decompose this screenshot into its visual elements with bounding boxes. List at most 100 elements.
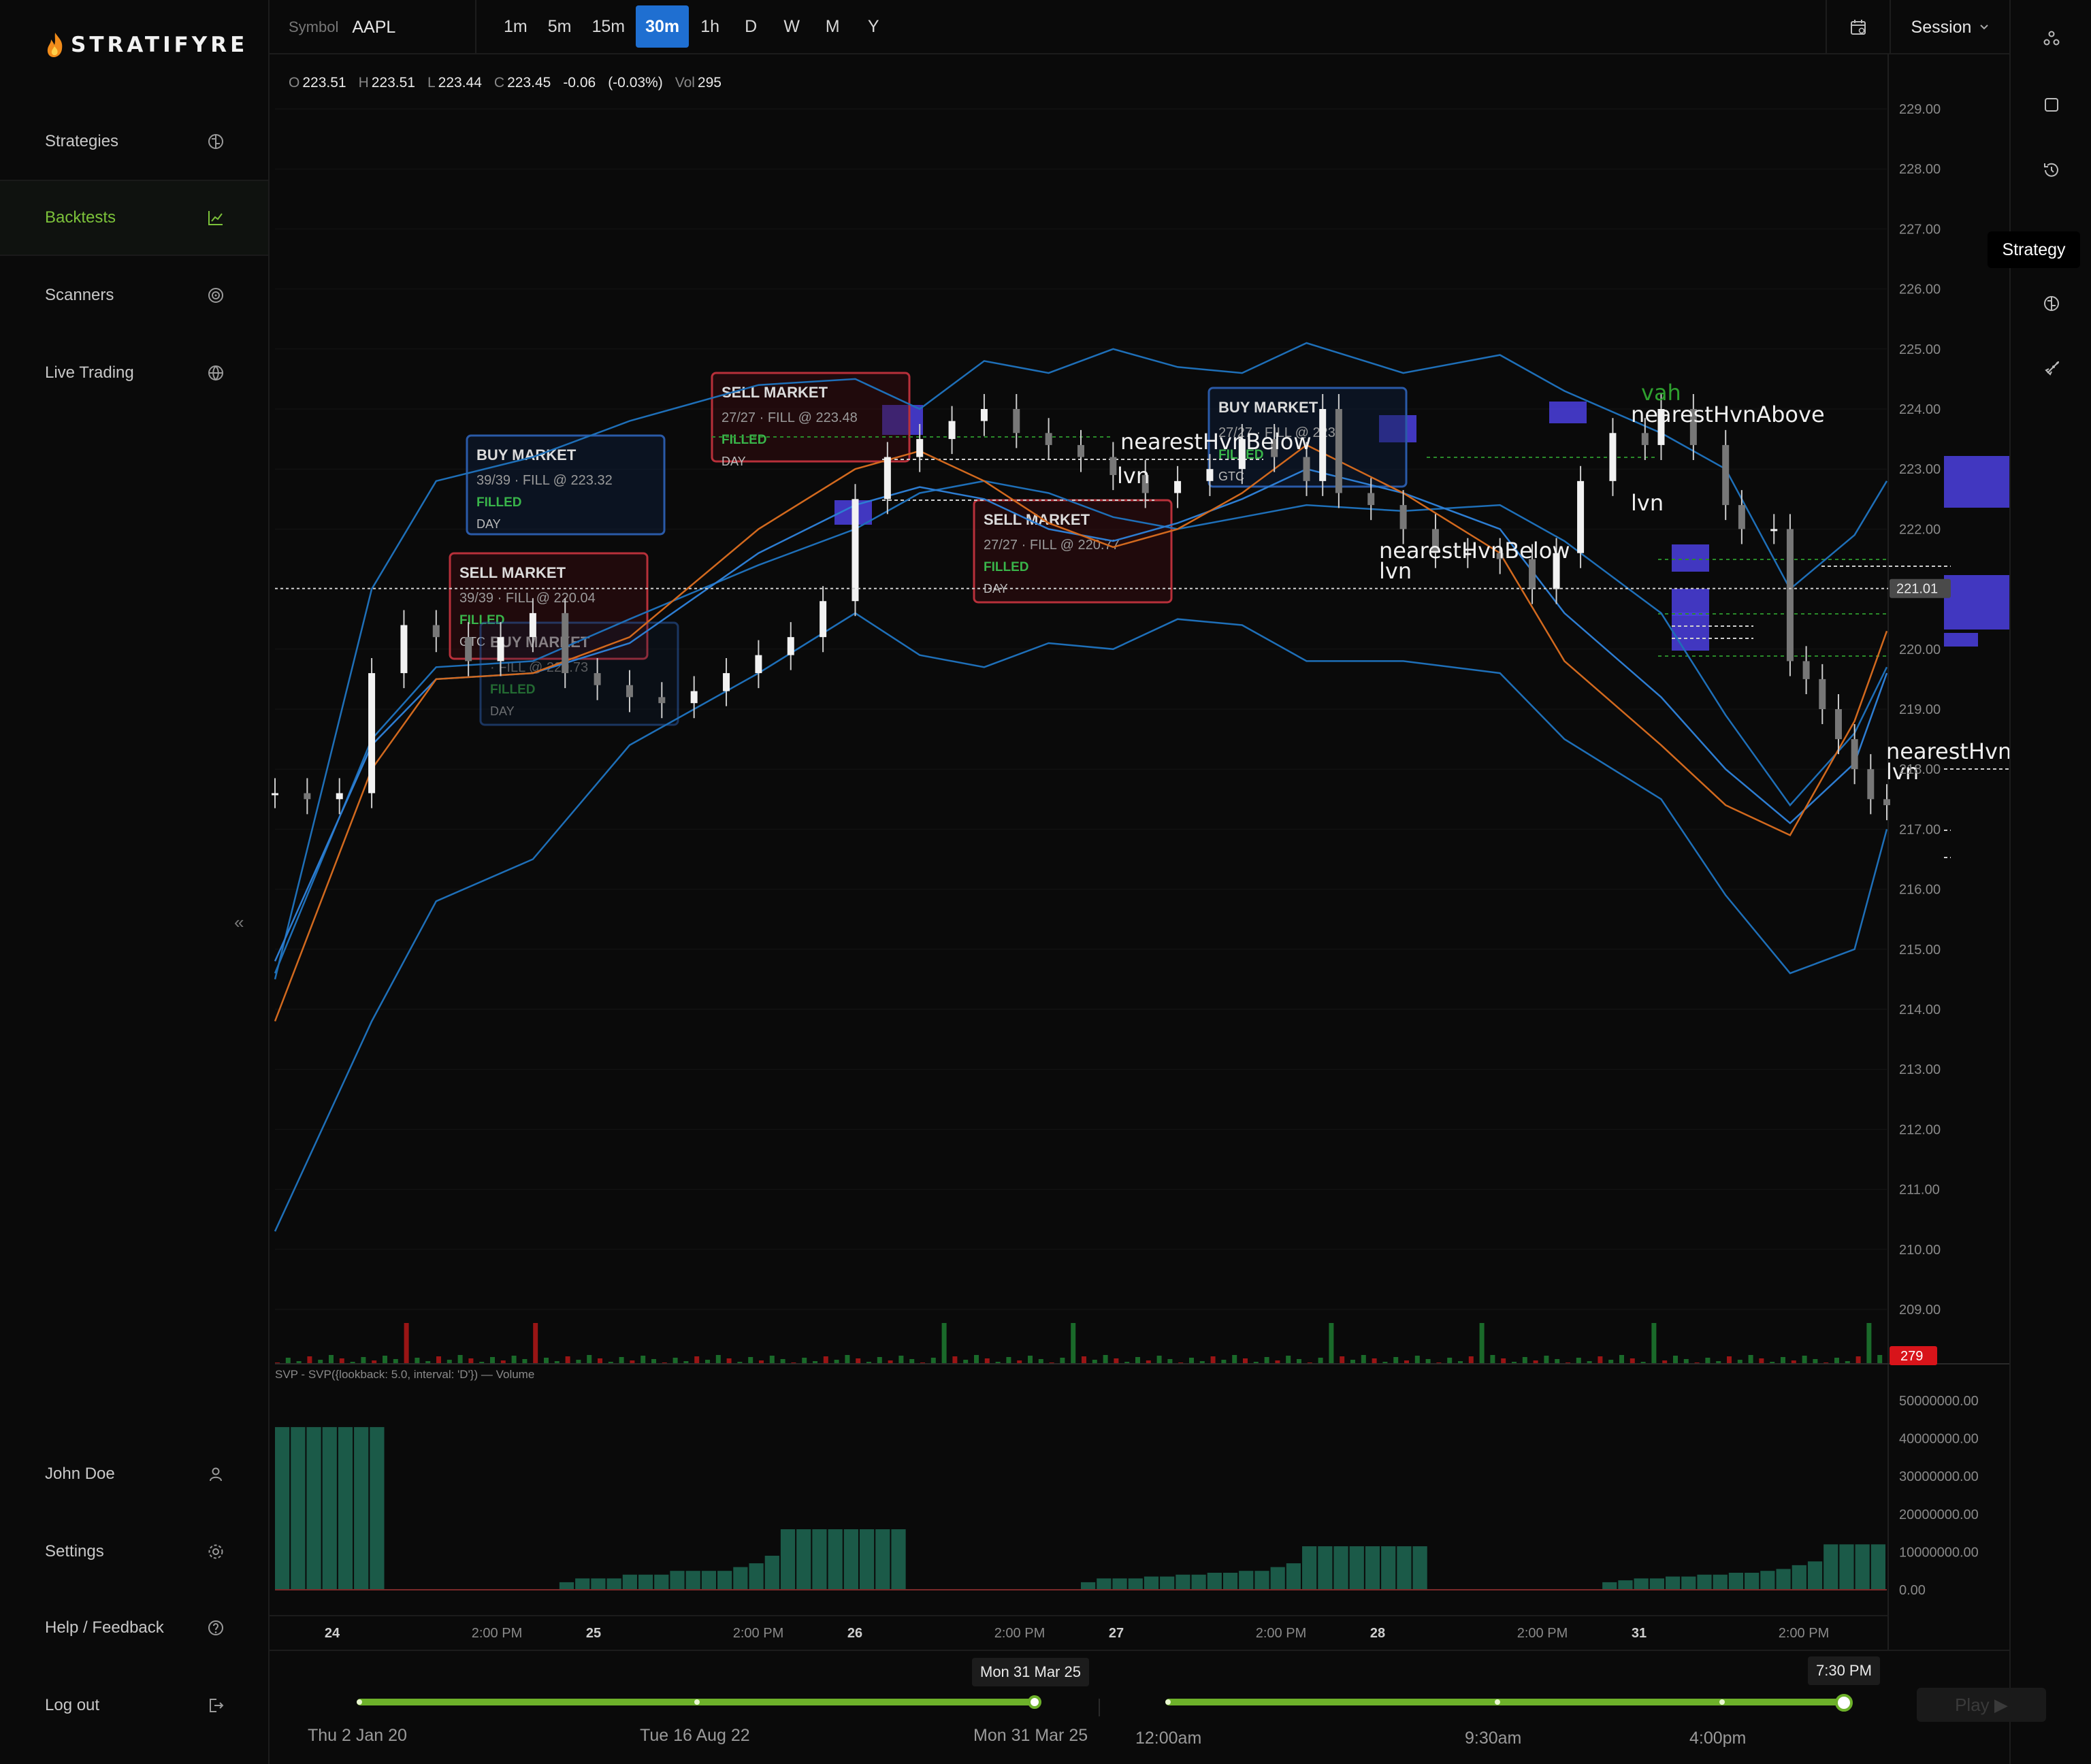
time-of-day-track[interactable] — [1165, 1699, 1846, 1705]
order-title: BUY MARKET — [476, 446, 577, 463]
rocket-icon[interactable] — [2042, 359, 2061, 378]
range-tooltip: Mon 31 Mar 25 — [972, 1658, 1089, 1686]
price-tick-label: 210.00 — [1899, 1243, 1941, 1258]
square-icon[interactable] — [2042, 95, 2061, 114]
interval-1h-button[interactable]: 1h — [690, 5, 730, 48]
order-tif: DAY — [476, 517, 501, 531]
volume-bar — [1372, 1358, 1377, 1364]
sidebar-item-settings[interactable]: Settings — [0, 1514, 268, 1590]
sidebar-item-backtests[interactable]: Backtests — [0, 180, 268, 256]
svp-bar — [1870, 1544, 1885, 1590]
interval-m-button[interactable]: M — [813, 5, 852, 48]
interval-5m-button[interactable]: 5m — [538, 5, 581, 48]
svp-bar — [1397, 1546, 1412, 1590]
svp-bar — [1602, 1582, 1617, 1590]
order-detail: 39/39 · FILL @ 223.32 — [476, 473, 613, 488]
sidebar-item-strategies[interactable]: Strategies — [0, 103, 268, 180]
svp-tick-label: 50000000.00 — [1899, 1394, 1979, 1409]
volume-bar — [1651, 1323, 1657, 1364]
volume-bar — [1866, 1323, 1872, 1364]
svp-bar — [291, 1426, 306, 1590]
candle-body — [1834, 709, 1842, 740]
session-dropdown[interactable]: Session — [1890, 0, 2009, 54]
collapse-sidebar-button[interactable]: « — [234, 912, 244, 933]
calendar-button[interactable] — [1826, 0, 1890, 54]
x-tick-label: 25 — [586, 1626, 601, 1641]
candle-body — [1303, 457, 1310, 481]
interval-y-button[interactable]: Y — [854, 5, 893, 48]
radar-icon — [208, 288, 223, 303]
volume-bar — [522, 1359, 528, 1364]
sidebar-item-scanners[interactable]: Scanners — [0, 257, 268, 333]
sidebar-item-user[interactable]: John Doe — [0, 1436, 268, 1512]
sidebar-item-label: Live Trading — [45, 363, 134, 382]
play-button[interactable]: Play ▶ — [1917, 1688, 2046, 1722]
date-range-handle[interactable] — [1028, 1695, 1041, 1709]
range-tick — [694, 1699, 700, 1705]
svp-bar — [1112, 1578, 1127, 1590]
price-tick-label: 225.00 — [1899, 342, 1941, 357]
logo[interactable]: STRATIFYRE — [45, 30, 248, 60]
sidebar-item-label: Settings — [45, 1542, 104, 1561]
calendar-icon — [1851, 20, 1866, 35]
volume-bar — [672, 1358, 678, 1364]
svp-bar — [1191, 1574, 1206, 1590]
volume-bar — [1329, 1323, 1334, 1364]
volume-bar — [1683, 1359, 1689, 1364]
candle-body — [1609, 433, 1617, 481]
price-tick-label: 214.00 — [1899, 1002, 1941, 1017]
interval-15m-button[interactable]: 15m — [582, 5, 634, 48]
volume-bar — [1727, 1356, 1732, 1364]
price-tick-label: 216.00 — [1899, 883, 1941, 898]
svp-bar — [1097, 1578, 1112, 1590]
order-title: SELL MARKET — [722, 384, 828, 401]
sidebar-item-label: Backtests — [45, 208, 116, 227]
sidebar-item-live-trading[interactable]: Live Trading — [0, 335, 268, 411]
volume-bar — [769, 1356, 775, 1364]
time-handle[interactable] — [1835, 1694, 1853, 1712]
symbol-selector[interactable]: Symbol AAPL — [270, 0, 476, 54]
nodes-icon[interactable] — [2042, 29, 2061, 48]
indicator-annotation: lvn — [1117, 463, 1150, 489]
candle-body — [626, 685, 633, 698]
help-icon — [208, 1620, 223, 1635]
volume-bar — [845, 1355, 850, 1364]
candle-body — [1367, 493, 1375, 506]
sidebar-item-help[interactable]: Help / Feedback — [0, 1590, 268, 1666]
sidebar: STRATIFYRE Strategies Backtests Scanners… — [0, 0, 270, 1764]
price-chart-svg[interactable]: BUY MARKET 39/39 · FILL @ 223.32 FILLED DAY… — [270, 54, 2009, 1650]
price-tick-label: 209.00 — [1899, 1303, 1941, 1318]
candle-body — [529, 612, 536, 638]
svp-bar — [780, 1529, 796, 1590]
svp-bar — [1760, 1571, 1775, 1590]
volume-bar — [1479, 1323, 1485, 1364]
candle-body — [1851, 739, 1858, 770]
interval-d-button[interactable]: D — [731, 5, 771, 48]
svp-bar — [1681, 1576, 1696, 1590]
sidebar-item-logout[interactable]: Log out — [0, 1667, 268, 1744]
sidebar-item-label: Strategies — [45, 132, 119, 150]
volume-bar — [1544, 1356, 1549, 1364]
volume-bar — [1038, 1359, 1043, 1364]
candle-body — [1077, 444, 1084, 457]
brain-icon[interactable] — [2042, 294, 2061, 313]
range-tick — [357, 1699, 362, 1705]
logout-icon — [210, 1699, 224, 1712]
volume-bar — [1673, 1356, 1678, 1364]
history-icon[interactable] — [2042, 161, 2061, 180]
x-tick-label: 31 — [1632, 1626, 1647, 1641]
volume-profile-block — [1944, 456, 2009, 508]
interval-1m-button[interactable]: 1m — [494, 5, 537, 48]
volume-bar — [1555, 1359, 1560, 1364]
volume-bar — [619, 1357, 624, 1364]
chart-area[interactable]: O 223.51 H 223.51 L 223.44 C 223.45 -0.06 (-… — [270, 54, 2009, 1650]
interval-w-button[interactable]: W — [772, 5, 811, 48]
volume-bar — [1060, 1358, 1065, 1364]
volume-bar — [361, 1357, 366, 1364]
volume-bar — [909, 1359, 915, 1364]
svp-bar — [764, 1555, 779, 1590]
volume-bar — [1425, 1359, 1431, 1364]
volume-bar — [1297, 1359, 1301, 1364]
interval-30m-button[interactable]: 30m — [636, 5, 690, 48]
volume-bar — [1082, 1356, 1086, 1364]
